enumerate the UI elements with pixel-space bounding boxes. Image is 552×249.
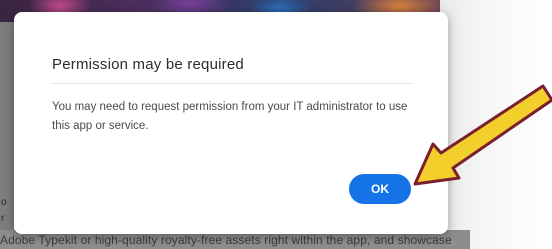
permission-dialog: Permission may be required You may need … bbox=[14, 12, 448, 234]
arrow-pointing-to-ok-icon bbox=[413, 84, 552, 186]
dialog-message: You may need to request permission from … bbox=[52, 101, 408, 132]
ok-button[interactable]: OK bbox=[349, 174, 411, 204]
screenshot-stage: Adobe Typekit or high-quality royalty-fr… bbox=[0, 0, 552, 249]
dialog-title: Permission may be required bbox=[52, 56, 244, 73]
background-footer-text: Adobe Typekit or high-quality royalty-fr… bbox=[0, 233, 452, 247]
background-stray-text-a: o bbox=[1, 197, 7, 208]
dialog-divider bbox=[52, 83, 413, 84]
background-stray-text-b: r bbox=[1, 213, 5, 224]
